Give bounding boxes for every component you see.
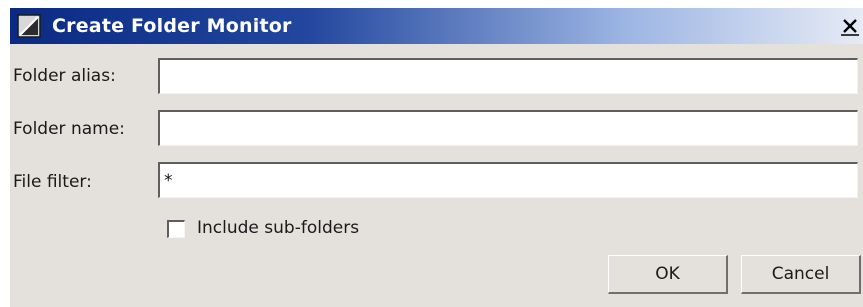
dialog-title: Create Folder Monitor bbox=[52, 15, 292, 37]
file-filter-label: File filter: bbox=[13, 172, 92, 192]
file-filter-input[interactable] bbox=[158, 162, 858, 198]
folder-alias-input[interactable] bbox=[158, 58, 858, 94]
include-subfolders-label[interactable]: Include sub-folders bbox=[197, 217, 359, 239]
cancel-button[interactable]: Cancel bbox=[741, 255, 861, 294]
folder-alias-label: Folder alias: bbox=[13, 66, 116, 86]
include-subfolders-checkbox[interactable] bbox=[167, 220, 185, 238]
close-icon bbox=[841, 19, 859, 36]
ok-button[interactable]: OK bbox=[608, 255, 728, 294]
folder-name-input[interactable] bbox=[158, 110, 858, 146]
window-app-icon bbox=[17, 14, 41, 38]
title-bar[interactable]: Create Folder Monitor bbox=[10, 8, 863, 44]
create-folder-monitor-dialog: Create Folder Monitor Folder alias: Fold… bbox=[10, 8, 863, 307]
close-button[interactable] bbox=[839, 15, 861, 37]
folder-name-label: Folder name: bbox=[13, 119, 125, 139]
